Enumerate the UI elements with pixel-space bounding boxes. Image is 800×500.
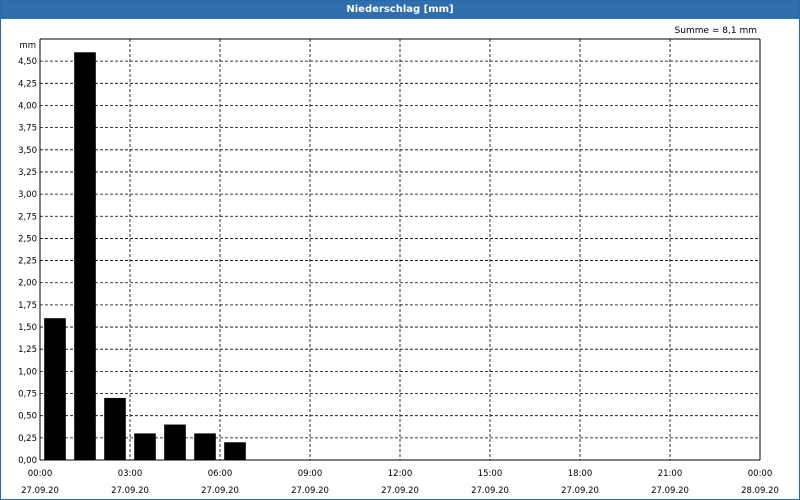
- y-tick-label: 4,25: [18, 79, 37, 89]
- y-tick-label: 2,25: [18, 257, 37, 267]
- x-tick-time: 06:00: [208, 469, 233, 479]
- y-tick-label: 1,00: [18, 367, 37, 377]
- bar: [74, 52, 96, 460]
- y-tick-label: 0,75: [18, 390, 37, 400]
- x-tick-time: 00:00: [748, 469, 773, 479]
- bar: [104, 397, 126, 460]
- x-tick-date: 27.09.20: [21, 486, 59, 496]
- y-tick-label: 0,25: [18, 434, 37, 444]
- x-tick-time: 18:00: [568, 469, 593, 479]
- bar: [194, 433, 216, 460]
- x-tick-time: 12:00: [388, 469, 413, 479]
- y-tick-label: 1,75: [18, 301, 37, 311]
- x-tick-time: 21:00: [658, 469, 683, 479]
- x-tick-date: 27.09.20: [561, 486, 599, 496]
- x-tick-date: 27.09.20: [381, 486, 419, 496]
- x-tick-date: 28.09.20: [741, 486, 779, 496]
- x-tick-time: 00:00: [28, 469, 53, 479]
- x-tick-date: 27.09.20: [291, 486, 329, 496]
- y-tick-label: 3,50: [18, 146, 37, 156]
- x-tick-time: 09:00: [298, 469, 323, 479]
- y-tick-label: 3,00: [18, 190, 37, 200]
- y-tick-label: 4,00: [18, 101, 37, 111]
- x-tick-date: 27.09.20: [201, 486, 239, 496]
- y-tick-label: 3,75: [18, 124, 37, 134]
- y-tick-label: 4,50: [18, 57, 37, 67]
- bar: [224, 442, 246, 460]
- y-axis-label: mm: [19, 41, 36, 51]
- y-tick-label: 2,00: [18, 279, 37, 289]
- x-tick-date: 27.09.20: [471, 486, 509, 496]
- y-tick-label: 1,25: [18, 345, 37, 355]
- y-tick-label: 0,50: [18, 412, 37, 422]
- y-tick-label: 2,75: [18, 212, 37, 222]
- x-tick-time: 03:00: [118, 469, 143, 479]
- x-tick-date: 27.09.20: [651, 486, 689, 496]
- bar: [134, 433, 156, 460]
- bar: [164, 424, 186, 460]
- y-tick-label: 0,00: [18, 456, 37, 466]
- y-tick-label: 3,25: [18, 168, 37, 178]
- y-tick-label: 1,50: [18, 323, 37, 333]
- x-tick-time: 15:00: [478, 469, 503, 479]
- bar: [44, 318, 66, 460]
- y-tick-label: 2,50: [18, 234, 37, 244]
- precipitation-chart: 0,00 0,25 0,50 0,75 1,00 1,25 1,50 1,75 2,00 2,25…: [18, 38, 779, 496]
- x-tick-date: 27.09.20: [111, 486, 149, 496]
